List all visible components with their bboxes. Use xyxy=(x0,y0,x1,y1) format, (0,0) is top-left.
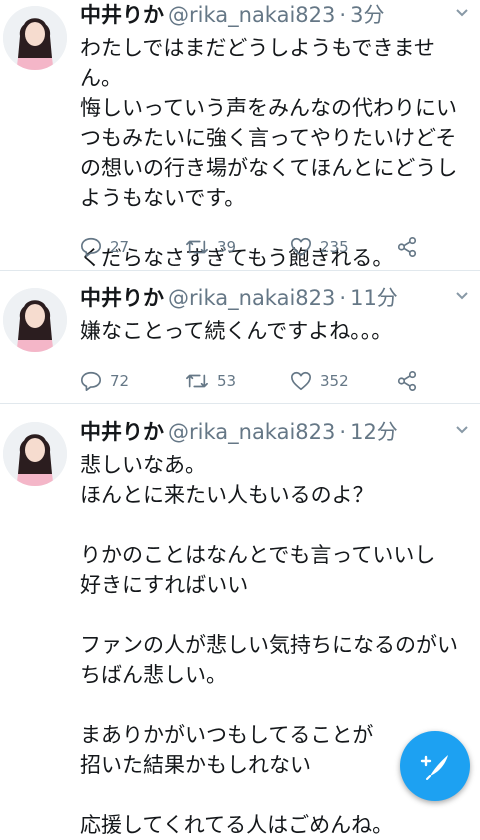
retweet-count: 39 xyxy=(217,238,237,256)
reply-count: 72 xyxy=(110,372,130,390)
tweet-actions: 72 53 352 xyxy=(80,368,470,394)
avatar-image xyxy=(3,6,67,70)
compose-tweet-icon xyxy=(420,755,448,780)
user-name[interactable]: 中井りか xyxy=(80,286,164,310)
reply-count: 27 xyxy=(110,238,130,256)
retweet-button[interactable]: 39 xyxy=(185,234,236,260)
tweet-header: 中井りか @rika_nakai823 · 3分 xyxy=(80,0,384,30)
avatar[interactable] xyxy=(3,288,67,352)
share-icon xyxy=(397,237,417,257)
user-handle[interactable]: @rika_nakai823 xyxy=(168,3,335,27)
tweet-text: 嫌なことって続くんですよね。。。 xyxy=(80,319,393,343)
reply-icon xyxy=(81,237,101,257)
separator-dot: · xyxy=(339,3,347,27)
user-handle[interactable]: @rika_nakai823 xyxy=(168,420,335,444)
share-button[interactable] xyxy=(396,234,426,260)
tweet[interactable]: 中井りか @rika_nakai823 · 11分 嫌なことって続くんですよね。。。 … xyxy=(0,271,480,404)
reply-icon xyxy=(81,371,101,391)
like-button[interactable]: 352 xyxy=(290,368,349,394)
chevron-down-icon[interactable] xyxy=(454,4,470,20)
tweet-actions: 27 39 235 xyxy=(80,234,470,260)
separator-dot: · xyxy=(339,420,347,444)
separator-dot: · xyxy=(339,286,347,310)
avatar-image xyxy=(3,288,67,352)
user-name[interactable]: 中井りか xyxy=(80,3,164,27)
timestamp[interactable]: 3分 xyxy=(350,3,384,27)
user-handle[interactable]: @rika_nakai823 xyxy=(168,286,335,310)
timestamp[interactable]: 11分 xyxy=(350,286,398,310)
heart-icon xyxy=(291,237,311,257)
reply-button[interactable]: 27 xyxy=(80,234,129,260)
tweet[interactable]: 中井りか @rika_nakai823 · 3分 わたしではまだどうしようもできません… xyxy=(0,0,480,271)
avatar[interactable] xyxy=(3,6,67,70)
share-icon xyxy=(397,371,417,391)
share-button[interactable] xyxy=(396,368,426,394)
retweet-button[interactable]: 53 xyxy=(185,368,236,394)
compose-tweet-button[interactable] xyxy=(400,731,470,801)
tweet-content: 中井りか @rika_nakai823 · 11分 嫌なことって続くんですよね。。。 … xyxy=(80,283,470,403)
tweet-content: 中井りか @rika_nakai823 · 3分 わたしではまだどうしようもできません… xyxy=(80,0,470,270)
retweet-icon xyxy=(186,240,208,254)
like-count: 235 xyxy=(320,238,349,256)
timestamp[interactable]: 12分 xyxy=(350,420,398,444)
like-count: 352 xyxy=(320,372,349,390)
user-name[interactable]: 中井りか xyxy=(80,420,164,444)
avatar[interactable] xyxy=(3,422,67,486)
tweet-header: 中井りか @rika_nakai823 · 12分 xyxy=(80,417,398,447)
reply-button[interactable]: 72 xyxy=(80,368,129,394)
avatar-image xyxy=(3,422,67,486)
retweet-icon xyxy=(186,374,208,388)
chevron-down-icon[interactable] xyxy=(454,287,470,303)
chevron-down-icon[interactable] xyxy=(454,421,470,437)
like-button[interactable]: 235 xyxy=(290,234,349,260)
tweet-header: 中井りか @rika_nakai823 · 11分 xyxy=(80,283,398,313)
retweet-count: 53 xyxy=(217,372,237,390)
heart-icon xyxy=(291,371,311,391)
